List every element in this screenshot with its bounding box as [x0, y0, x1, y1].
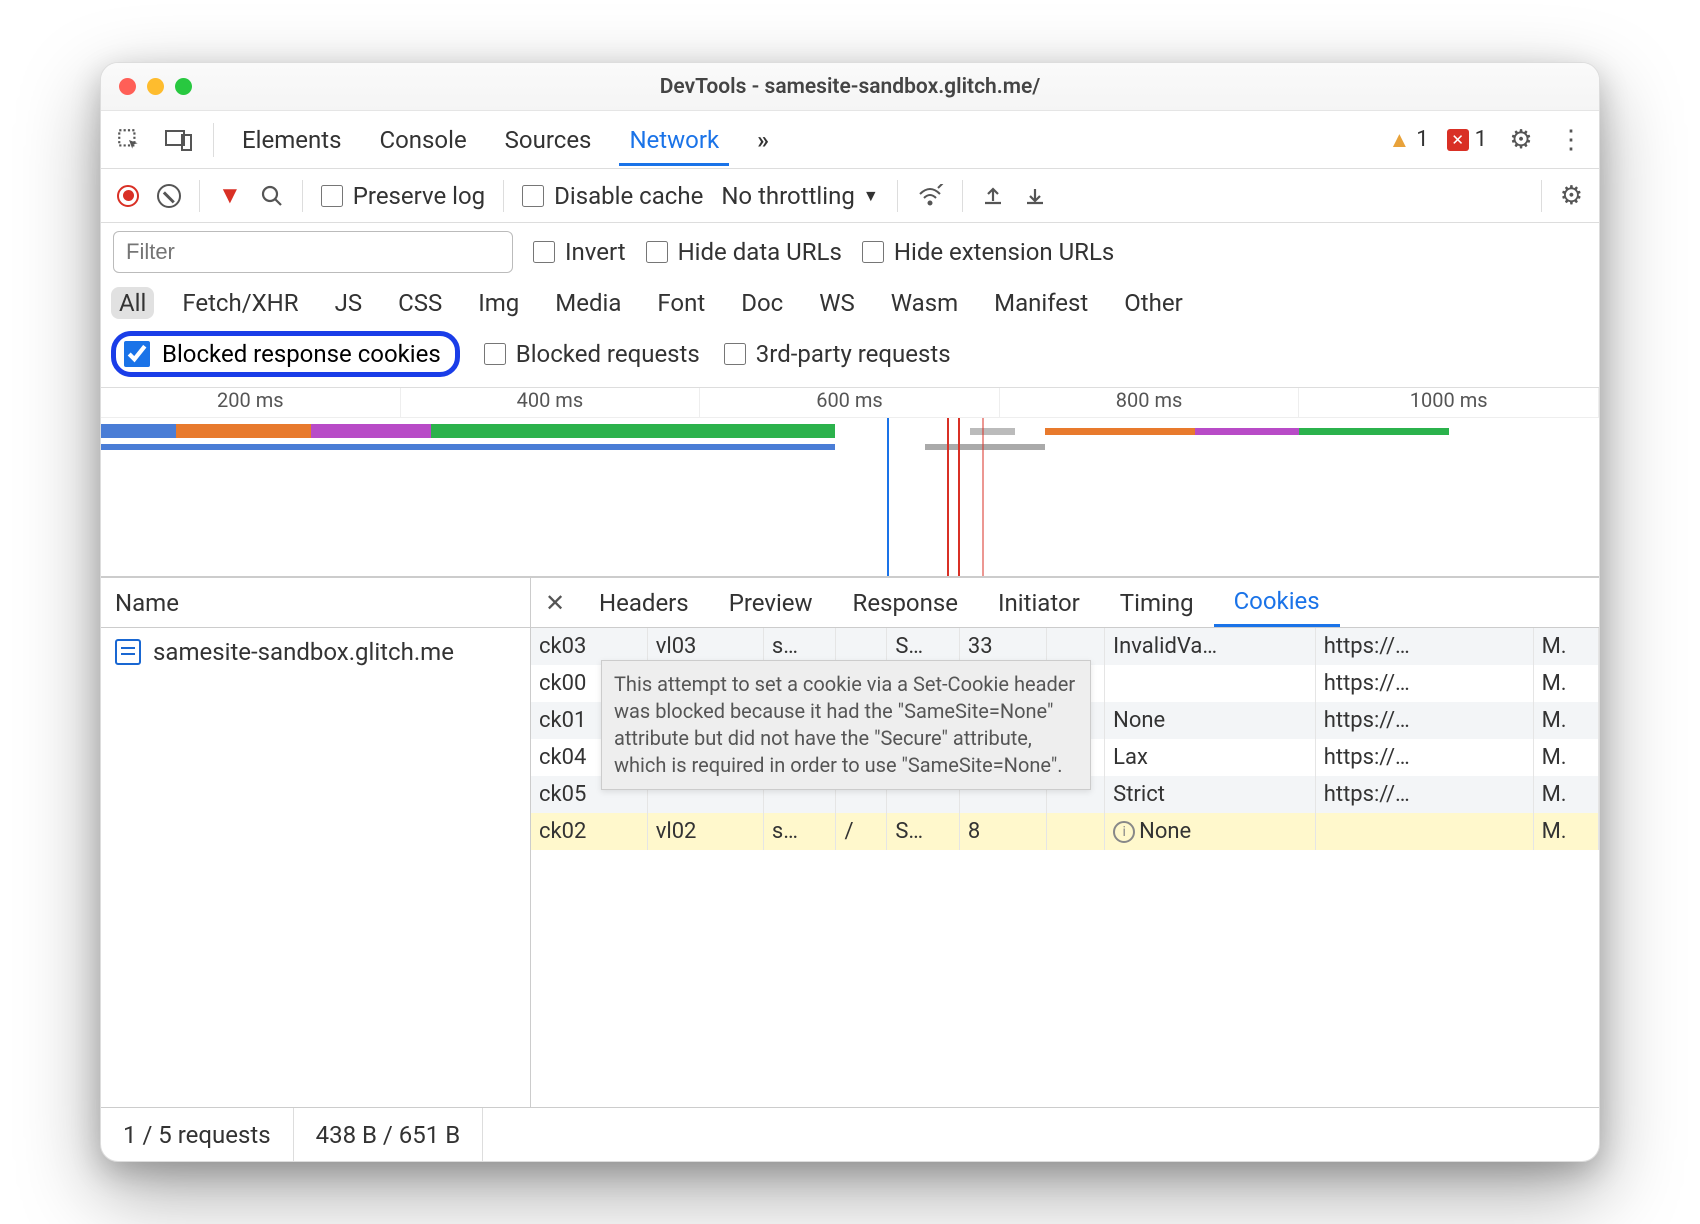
type-pill-font[interactable]: Font: [649, 287, 713, 319]
status-bar: 1 / 5 requests 438 B / 651 B: [101, 1107, 1599, 1161]
close-window-button[interactable]: [119, 78, 136, 95]
subtab-timing[interactable]: Timing: [1100, 578, 1214, 627]
requests-list: Name samesite-sandbox.glitch.me: [101, 578, 531, 1107]
throttling-select[interactable]: No throttling▼: [721, 182, 878, 210]
minimize-window-button[interactable]: [147, 78, 164, 95]
type-pill-js[interactable]: JS: [327, 287, 371, 319]
main-tabstrip: Elements Console Sources Network » ▲ 1 ✕…: [101, 111, 1599, 169]
kebab-menu-icon[interactable]: ⋮: [1555, 124, 1587, 156]
warning-count: 1: [1416, 127, 1428, 152]
close-details-button[interactable]: ✕: [531, 589, 579, 617]
maximize-window-button[interactable]: [175, 78, 192, 95]
type-filter-bar: All Fetch/XHR JS CSS Img Media Font Doc …: [101, 281, 1599, 325]
timeline-ruler: 200 ms 400 ms 600 ms 800 ms 1000 ms: [101, 388, 1599, 418]
blocked-response-cookies-checkbox[interactable]: Blocked response cookies: [111, 331, 460, 377]
network-conditions-icon[interactable]: [916, 184, 944, 208]
tab-console[interactable]: Console: [369, 114, 476, 166]
blocked-requests-checkbox[interactable]: Blocked requests: [484, 340, 700, 368]
hide-extension-urls-checkbox[interactable]: Hide extension URLs: [862, 238, 1114, 266]
filter-bar: Invert Hide data URLs Hide extension URL…: [101, 223, 1599, 281]
cookie-blocked-tooltip: This attempt to set a cookie via a Set-C…: [601, 660, 1091, 790]
type-pill-media[interactable]: Media: [547, 287, 629, 319]
type-pill-css[interactable]: CSS: [390, 287, 450, 319]
inspect-icon[interactable]: [113, 124, 145, 156]
info-icon: i: [1113, 821, 1135, 843]
download-har-icon[interactable]: [1023, 184, 1047, 208]
disable-cache-checkbox[interactable]: Disable cache: [522, 182, 703, 210]
request-details: ✕ Headers Preview Response Initiator Tim…: [531, 578, 1599, 1107]
timeline-overview[interactable]: 200 ms 400 ms 600 ms 800 ms 1000 ms: [101, 387, 1599, 577]
document-icon: [115, 639, 141, 665]
filter-input[interactable]: [113, 231, 513, 273]
errors-indicator[interactable]: ✕ 1: [1447, 127, 1487, 152]
record-button[interactable]: [117, 185, 139, 207]
traffic-lights: [119, 78, 192, 95]
clear-button[interactable]: [157, 184, 181, 208]
device-toggle-icon[interactable]: [163, 124, 195, 156]
hide-data-urls-checkbox[interactable]: Hide data URLs: [646, 238, 842, 266]
window-title: DevTools - samesite-sandbox.glitch.me/: [101, 75, 1599, 99]
filter-toggle-icon[interactable]: ▼: [218, 181, 242, 210]
invert-checkbox[interactable]: Invert: [533, 238, 626, 266]
requests-header-name[interactable]: Name: [101, 578, 530, 628]
subtab-preview[interactable]: Preview: [709, 578, 833, 627]
status-bytes: 438 B / 651 B: [294, 1108, 484, 1161]
request-name: samesite-sandbox.glitch.me: [153, 638, 454, 666]
type-pill-img[interactable]: Img: [470, 287, 527, 319]
error-icon: ✕: [1447, 129, 1469, 151]
network-settings-icon[interactable]: ⚙: [1560, 181, 1583, 211]
tab-network[interactable]: Network: [619, 114, 729, 166]
type-pill-ws[interactable]: WS: [811, 287, 863, 319]
detail-tabs: ✕ Headers Preview Response Initiator Tim…: [531, 578, 1599, 628]
search-icon[interactable]: [260, 184, 284, 208]
devtools-window: DevTools - samesite-sandbox.glitch.me/ E…: [100, 62, 1600, 1162]
tab-elements[interactable]: Elements: [232, 114, 351, 166]
cookie-row[interactable]: ck02vl02s…/S…8iNoneM.: [531, 813, 1599, 850]
settings-icon[interactable]: ⚙: [1505, 124, 1537, 156]
network-toolbar: ▼ Preserve log Disable cache No throttli…: [101, 169, 1599, 223]
preserve-log-checkbox[interactable]: Preserve log: [321, 182, 485, 210]
subtab-cookies[interactable]: Cookies: [1214, 578, 1340, 627]
subtab-initiator[interactable]: Initiator: [978, 578, 1100, 627]
type-pill-wasm[interactable]: Wasm: [883, 287, 966, 319]
type-pill-other[interactable]: Other: [1116, 287, 1190, 319]
warning-icon: ▲: [1388, 127, 1410, 153]
request-row[interactable]: samesite-sandbox.glitch.me: [101, 628, 530, 676]
status-requests: 1 / 5 requests: [101, 1108, 294, 1161]
type-pill-all[interactable]: All: [111, 287, 154, 319]
warnings-indicator[interactable]: ▲ 1: [1388, 127, 1428, 153]
upload-har-icon[interactable]: [981, 184, 1005, 208]
third-party-requests-checkbox[interactable]: 3rd-party requests: [724, 340, 951, 368]
type-pill-manifest[interactable]: Manifest: [986, 287, 1096, 319]
type-pill-doc[interactable]: Doc: [733, 287, 791, 319]
blocked-row: Blocked response cookies Blocked request…: [101, 325, 1599, 387]
type-pill-fetchxhr[interactable]: Fetch/XHR: [174, 287, 306, 319]
tab-sources[interactable]: Sources: [495, 114, 602, 166]
subtab-response[interactable]: Response: [833, 578, 978, 627]
network-split: Name samesite-sandbox.glitch.me ✕ Header…: [101, 577, 1599, 1107]
error-count: 1: [1475, 127, 1487, 152]
titlebar: DevTools - samesite-sandbox.glitch.me/: [101, 63, 1599, 111]
tab-overflow[interactable]: »: [747, 114, 779, 166]
subtab-headers[interactable]: Headers: [579, 578, 709, 627]
